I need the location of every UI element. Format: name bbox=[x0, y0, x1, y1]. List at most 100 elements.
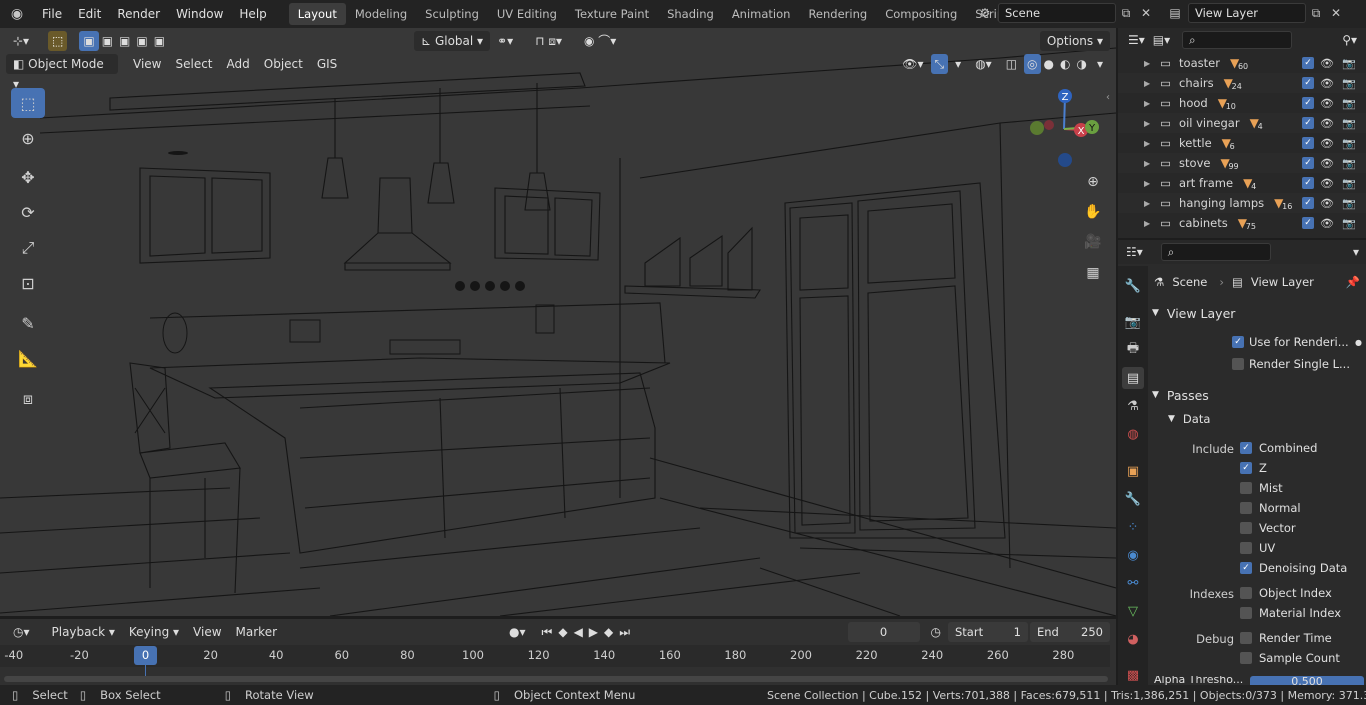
object-filter-icon[interactable]: ▼ 75 bbox=[1238, 216, 1256, 231]
outliner-row[interactable]: ▶ ▭ hood ▼ 10 ✓ 👁 📷 bbox=[1118, 93, 1366, 113]
scene-field[interactable]: Scene bbox=[998, 3, 1116, 23]
object-filter-icon[interactable]: ▼ 6 bbox=[1222, 136, 1235, 151]
gizmo-dropdown-icon[interactable]: ▾ bbox=[948, 54, 968, 74]
zoom-icon[interactable]: ⊕ bbox=[1080, 169, 1106, 195]
timeline-scrollbar[interactable] bbox=[4, 676, 1108, 682]
play-reverse-icon[interactable]: ◀ bbox=[571, 622, 586, 642]
select-mode-extend-icon[interactable]: ▣ bbox=[99, 31, 116, 51]
object-filter-icon[interactable]: ▼ 60 bbox=[1230, 56, 1248, 71]
visibility-eye-icon[interactable]: 👁▾ bbox=[895, 54, 930, 74]
exclude-checkbox-icon[interactable]: ✓ bbox=[1302, 217, 1314, 229]
preview-range-icon[interactable]: ◷ bbox=[924, 622, 948, 642]
view-layer-icon[interactable]: ▤ bbox=[1162, 3, 1188, 23]
material-tab-icon[interactable]: ◕ bbox=[1122, 628, 1144, 650]
sidebar-collapse-icon[interactable]: ‹ bbox=[1106, 92, 1110, 103]
visibility-eye-icon[interactable]: 👁 bbox=[1320, 157, 1334, 170]
display-mode-icon[interactable]: ▤▾ bbox=[1149, 30, 1174, 50]
annotate-tool-icon[interactable]: ✎ bbox=[11, 308, 45, 338]
texture-tab-icon[interactable]: ▩ bbox=[1122, 664, 1144, 686]
play-icon[interactable]: ▶ bbox=[586, 622, 601, 642]
visibility-eye-icon[interactable]: 👁 bbox=[1320, 117, 1334, 130]
gizmo-toggle-icon[interactable]: ⤡ bbox=[930, 54, 949, 74]
new-scene-icon[interactable]: ⧉ bbox=[1116, 3, 1136, 23]
measure-tool-icon[interactable]: 📐 bbox=[11, 343, 45, 373]
delete-scene-icon[interactable]: ✕ bbox=[1136, 3, 1156, 23]
shading-dropdown-icon[interactable]: ▾ bbox=[1090, 54, 1110, 74]
constraints-tab-icon[interactable]: ⚯ bbox=[1122, 572, 1144, 594]
pass-checkbox[interactable]: Mist bbox=[1240, 478, 1360, 498]
world-tab-icon[interactable]: ◍ bbox=[1122, 423, 1144, 445]
tab-rendering[interactable]: Rendering bbox=[799, 3, 876, 25]
visibility-eye-icon[interactable]: 👁 bbox=[1320, 97, 1334, 110]
select-mode-subtract-icon[interactable]: ▣ bbox=[116, 31, 133, 51]
render-camera-icon[interactable]: 📷 bbox=[1342, 57, 1356, 70]
data-tab-icon[interactable]: ▽ bbox=[1122, 600, 1144, 622]
object-filter-icon[interactable]: ▼ 24 bbox=[1224, 76, 1242, 91]
alpha-threshold-field[interactable]: 0.500 bbox=[1250, 676, 1364, 685]
delete-view-layer-icon[interactable]: ✕ bbox=[1326, 3, 1346, 23]
new-view-layer-icon[interactable]: ⧉ bbox=[1306, 3, 1326, 23]
rotate-tool-icon[interactable]: ⟳ bbox=[11, 197, 45, 227]
outliner-editor-type-icon[interactable]: ☰▾ bbox=[1124, 30, 1149, 50]
select-mode-intersect-icon[interactable]: ▣ bbox=[151, 31, 168, 51]
tab-shading[interactable]: Shading bbox=[658, 3, 723, 25]
current-frame-field[interactable]: 0 bbox=[847, 622, 920, 642]
menu-help[interactable]: Help bbox=[231, 0, 274, 28]
pass-checkbox[interactable]: Material Index bbox=[1240, 603, 1360, 623]
expand-arrow-icon[interactable]: ▶ bbox=[1144, 119, 1150, 128]
view-layer-field[interactable]: View Layer bbox=[1188, 3, 1306, 23]
menu-edit[interactable]: Edit bbox=[70, 0, 109, 28]
expand-arrow-icon[interactable]: ▶ bbox=[1144, 59, 1150, 68]
scene-tab-icon[interactable]: ⚗ bbox=[1122, 395, 1144, 417]
pass-checkbox[interactable]: Render Time bbox=[1240, 628, 1360, 648]
pass-checkbox[interactable]: Object Index bbox=[1240, 583, 1360, 603]
filter-icon[interactable]: ⚲▾ bbox=[1335, 30, 1364, 50]
view-layer-panel-header[interactable]: ▼ View Layer bbox=[1152, 303, 1362, 323]
cursor-tool-icon[interactable]: ⊕ bbox=[11, 123, 45, 153]
passes-panel-header[interactable]: ▼ Passes bbox=[1152, 385, 1362, 405]
timeline-ruler[interactable] bbox=[0, 645, 1110, 667]
navigation-gizmo[interactable]: Z X Y bbox=[1026, 84, 1106, 174]
animate-dot-icon[interactable]: ● bbox=[1355, 338, 1362, 347]
proportional-edit-icon[interactable]: ◉ ⌒▾ bbox=[577, 31, 623, 51]
pan-hand-icon[interactable]: ✋ bbox=[1080, 199, 1106, 225]
end-frame-field[interactable]: End 250 bbox=[1030, 622, 1110, 642]
visibility-eye-icon[interactable]: 👁 bbox=[1320, 57, 1334, 70]
exclude-checkbox-icon[interactable]: ✓ bbox=[1302, 117, 1314, 129]
outliner-search-input[interactable]: ⌕ bbox=[1182, 31, 1293, 49]
expand-arrow-icon[interactable]: ▶ bbox=[1144, 219, 1150, 228]
modifier-tab-icon[interactable]: 🔧 bbox=[1122, 488, 1144, 510]
render-camera-icon[interactable]: 📷 bbox=[1342, 157, 1356, 170]
props-editor-type-icon[interactable]: ☷▾ bbox=[1122, 242, 1147, 262]
xray-icon[interactable]: ◫ bbox=[999, 54, 1024, 74]
menu-window[interactable]: Window bbox=[168, 0, 231, 28]
object-filter-icon[interactable]: ▼ 16 bbox=[1274, 196, 1292, 211]
pass-checkbox[interactable]: ✓ Denoising Data bbox=[1240, 558, 1360, 578]
tab-layout[interactable]: Layout bbox=[288, 3, 346, 25]
render-camera-icon[interactable]: 📷 bbox=[1342, 197, 1356, 210]
render-single-layer-checkbox[interactable]: Render Single L... bbox=[1232, 354, 1362, 374]
3d-viewport[interactable]: ⊹▾ ⬚ ▣ ▣ ▣ ▣ ▣ ⊾ Global ▾ ⚭▾ ⊓ ⧈▾ ◉ ⌒▾ O… bbox=[0, 28, 1116, 616]
exclude-checkbox-icon[interactable]: ✓ bbox=[1302, 57, 1314, 69]
blender-logo-icon[interactable]: ◉ bbox=[0, 4, 34, 24]
menu-file[interactable]: File bbox=[34, 0, 70, 28]
pin-icon[interactable]: 📌 bbox=[1346, 275, 1360, 289]
menu-keying[interactable]: Keying ▾ bbox=[122, 622, 186, 642]
pass-checkbox[interactable]: Vector bbox=[1240, 518, 1360, 538]
move-tool-icon[interactable]: ✥ bbox=[11, 162, 45, 192]
camera-view-icon[interactable]: 🎥 bbox=[1080, 229, 1106, 255]
snap-icon[interactable]: ⊓ ⧈▾ bbox=[528, 31, 569, 51]
tab-animation[interactable]: Animation bbox=[723, 3, 800, 25]
tab-compositing[interactable]: Compositing bbox=[876, 3, 966, 25]
outliner-row[interactable]: ▶ ▭ kettle ▼ 6 ✓ 👁 📷 bbox=[1118, 133, 1366, 153]
tab-modeling[interactable]: Modeling bbox=[346, 3, 416, 25]
expand-arrow-icon[interactable]: ▶ bbox=[1144, 79, 1150, 88]
particles-tab-icon[interactable]: ⁘ bbox=[1122, 516, 1144, 538]
render-camera-icon[interactable]: 📷 bbox=[1342, 77, 1356, 90]
render-camera-icon[interactable]: 📷 bbox=[1342, 217, 1356, 230]
outliner-row[interactable]: ▶ ▭ stove ▼ 99 ✓ 👁 📷 bbox=[1118, 153, 1366, 173]
jump-start-icon[interactable]: ⏮ bbox=[539, 622, 556, 642]
jump-keyframe-forward-icon[interactable]: ◆ bbox=[601, 622, 616, 642]
menu-select[interactable]: Select bbox=[168, 54, 219, 74]
exclude-checkbox-icon[interactable]: ✓ bbox=[1302, 97, 1314, 109]
